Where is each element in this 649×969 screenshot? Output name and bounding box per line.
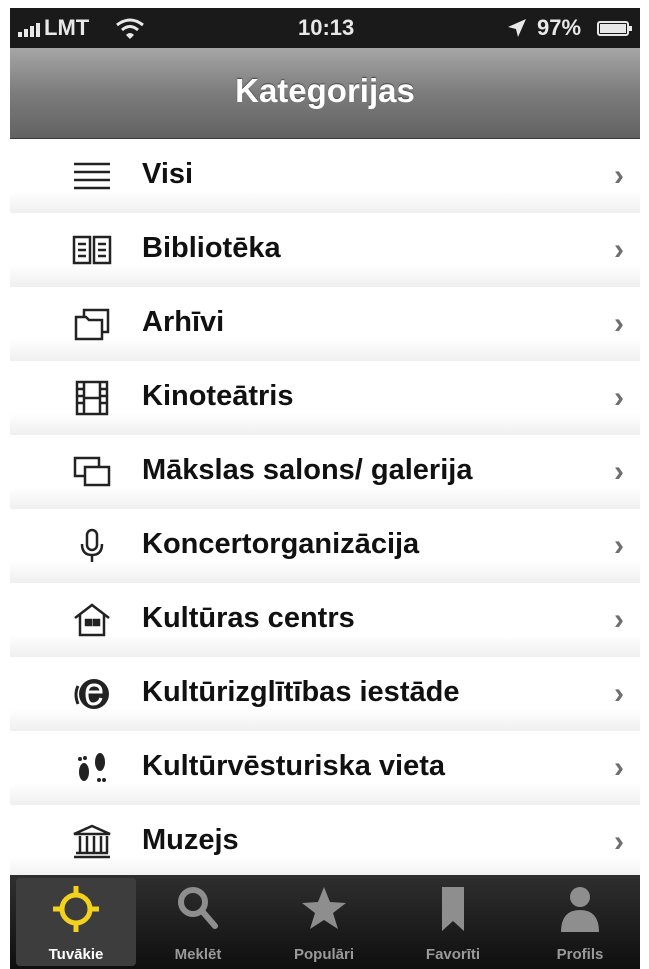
category-row[interactable]: Bibliotēka › (10, 213, 640, 288)
category-label: Muzejs (142, 824, 239, 856)
chevron-right-icon: › (614, 307, 624, 340)
tab-bar: Tuvākie Meklēt Populāri Favorīti Profils (10, 875, 640, 969)
category-row[interactable]: Koncertorganizācija › (10, 509, 640, 584)
chevron-right-icon: › (614, 751, 624, 784)
carrier-name: LMT (44, 15, 90, 40)
tab-label: Favorīti (425, 946, 481, 963)
education-icon (72, 676, 112, 712)
crosshair-icon (51, 884, 101, 934)
nav-bar: Kategorijas (10, 48, 640, 139)
tab-person[interactable]: Profils (520, 878, 640, 966)
category-label: Arhīvi (142, 306, 225, 338)
tab-search[interactable]: Meklēt (138, 878, 258, 966)
museum-icon (72, 824, 112, 860)
bookmark-icon (428, 884, 478, 934)
status-bar: LMT 10:13 97% (10, 8, 640, 48)
category-row[interactable]: Kultūrvēsturiska vieta › (10, 731, 640, 806)
star-icon (299, 884, 349, 934)
category-label: Kultūrizglītības iestāde (142, 676, 460, 708)
book-icon (72, 232, 112, 268)
person-icon (555, 884, 605, 934)
category-row[interactable]: Mākslas salons/ galerija › (10, 435, 640, 510)
folder-icon (72, 306, 112, 342)
tab-label: Tuvākie (48, 946, 104, 963)
microphone-icon (72, 528, 112, 564)
category-row[interactable]: Arhīvi › (10, 287, 640, 362)
category-row[interactable]: Muzejs › (10, 805, 640, 875)
chevron-right-icon: › (614, 159, 624, 192)
category-label: Kultūras centrs (142, 602, 355, 634)
tab-bookmark[interactable]: Favorīti (393, 878, 513, 966)
chevron-right-icon: › (614, 455, 624, 488)
house-icon (72, 602, 112, 638)
tab-label: Meklēt (174, 946, 222, 963)
search-icon (173, 884, 223, 934)
footprints-icon (72, 750, 112, 786)
chevron-right-icon: › (614, 677, 624, 710)
chevron-right-icon: › (614, 381, 624, 414)
category-label: Koncertorganizācija (142, 528, 420, 560)
category-row[interactable]: Kultūrizglītības iestāde › (10, 657, 640, 732)
location-arrow-icon (508, 19, 526, 37)
page-title: Kategorijas (235, 72, 415, 109)
film-icon (72, 380, 112, 416)
battery-icon (597, 21, 632, 36)
category-label: Kinoteātris (142, 380, 294, 412)
category-list[interactable]: Visi › Bibliotēka › Arhīvi › Kinoteātris › Māksl… (10, 139, 640, 875)
category-label: Mākslas salons/ galerija (142, 454, 473, 486)
category-label: Kultūrvēsturiska vieta (142, 750, 446, 782)
signal-icon (18, 19, 40, 37)
category-label: Bibliotēka (142, 232, 281, 264)
chevron-right-icon: › (614, 825, 624, 858)
category-row[interactable]: Kinoteātris › (10, 361, 640, 436)
category-label: Visi (142, 158, 194, 190)
tab-label: Profils (556, 946, 604, 963)
gallery-icon (72, 454, 112, 490)
category-row[interactable]: Kultūras centrs › (10, 583, 640, 658)
list-icon (72, 158, 112, 194)
chevron-right-icon: › (614, 529, 624, 562)
tab-star[interactable]: Populāri (264, 878, 384, 966)
clock: 10:13 (298, 15, 355, 40)
battery-percent: 97% (537, 15, 582, 40)
tab-label: Populāri (293, 946, 354, 963)
chevron-right-icon: › (614, 603, 624, 636)
tab-crosshair[interactable]: Tuvākie (16, 878, 136, 966)
app-frame: LMT 10:13 97% Kategorijas Visi › Bibliotēk… (10, 8, 640, 969)
category-row[interactable]: Visi › (10, 139, 640, 214)
chevron-right-icon: › (614, 233, 624, 266)
wifi-icon (116, 18, 144, 39)
